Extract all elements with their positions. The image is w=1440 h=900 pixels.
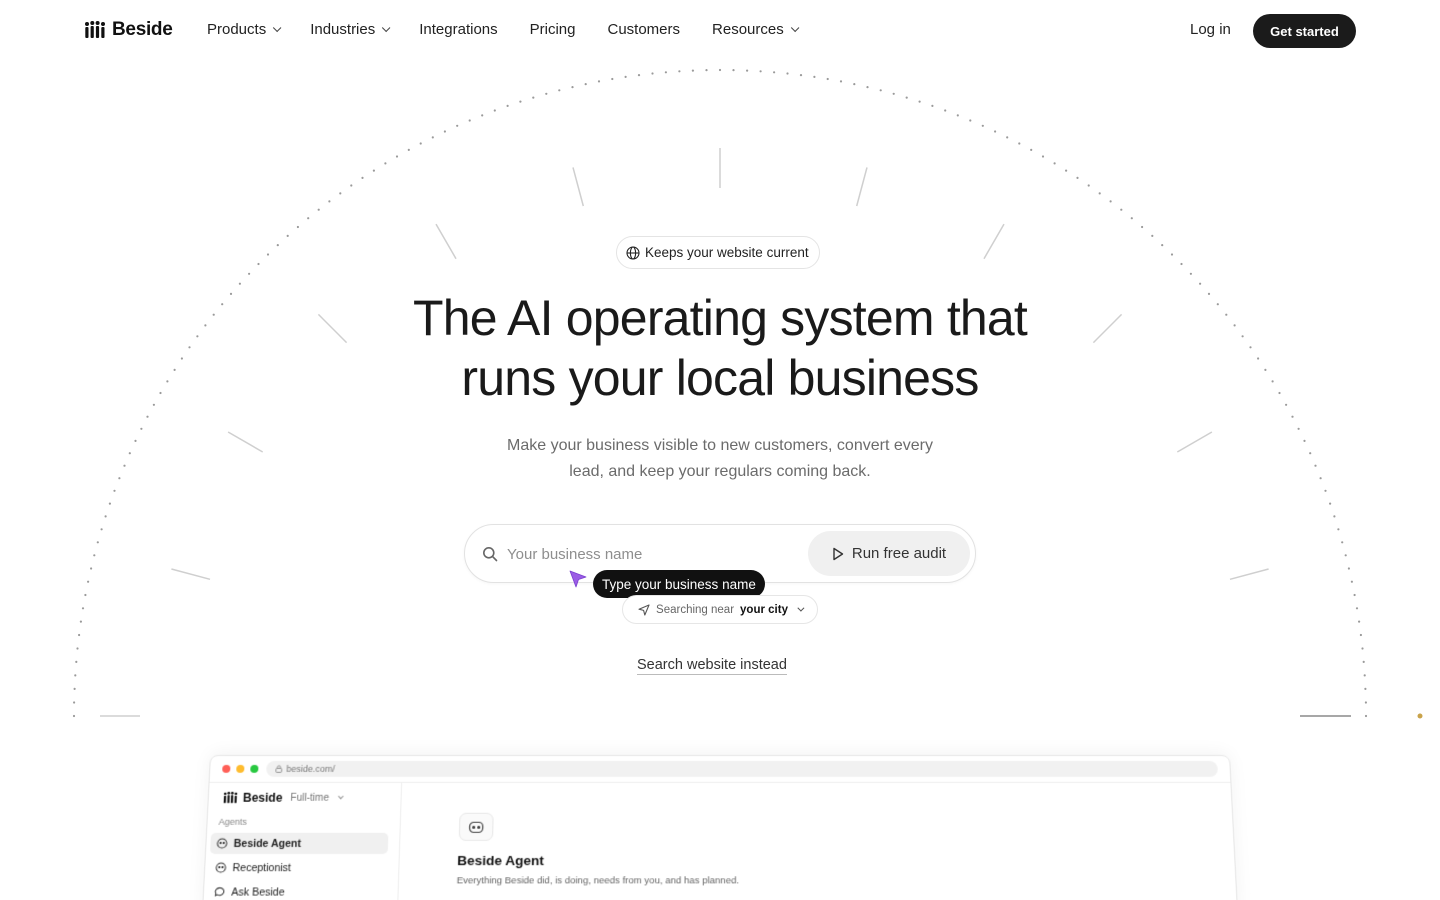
agent-avatar [458,812,494,841]
business-name-input[interactable] [507,541,797,567]
navigation-arrow-icon [638,603,650,616]
headline-line-1: The AI operating system that [412,290,1028,346]
nav-integrations[interactable]: Integrations [419,21,497,38]
nav-links: Products Industries Integrations Pricing… [207,21,800,38]
nav-pricing[interactable]: Pricing [530,21,576,38]
feature-badge: Keeps your website current [616,236,820,269]
bot-icon [216,838,228,849]
run-free-audit-button[interactable]: Run free audit [808,531,970,576]
search-icon [483,547,498,562]
nav-resources-label: Resources [712,21,784,38]
nav-products[interactable]: Products [207,21,282,38]
nav-customers-label: Customers [607,21,681,38]
lock-icon [275,765,282,773]
run-free-audit-label: Run free audit [851,545,947,562]
browser-url-text: beside.com/ [286,763,336,774]
pointer-cursor-icon [569,570,587,588]
headline-line-2: runs your local business [461,350,979,406]
browser-bar: beside.com/ [209,755,1231,783]
preview-item-label: Ask Beside [231,885,285,899]
preview-item-label: Receptionist [232,861,292,874]
preview-mode-selector: Full-time [290,792,330,804]
maximize-dot-icon [250,764,259,773]
globe-icon [626,245,640,260]
bot-icon [215,862,227,873]
login-link[interactable]: Log in [1190,21,1231,38]
preview-agent-title: Beside Agent [457,853,545,869]
app-preview-window: beside.com/ Beside Full-time Agents Besi… [201,755,1239,900]
brand-name: Beside [112,19,173,40]
hero-subtext: Make your business visible to new custom… [470,433,970,485]
nav-industries[interactable]: Industries [310,21,391,38]
location-city: your city [740,603,788,616]
preview-item-ask-beside: Ask Beside [208,881,387,900]
close-dot-icon [222,764,231,773]
chevron-down-icon [797,604,805,612]
nav-products-label: Products [207,21,267,38]
chevron-down-icon [273,23,282,32]
chat-icon [214,886,226,897]
preview-item-receptionist: Receptionist [209,857,388,878]
preview-brand: Beside Full-time [223,790,344,805]
subtext-line-1: Make your business visible to new custom… [507,437,933,454]
browser-url-bar: beside.com/ [266,760,1219,777]
preview-sidebar: Beside Full-time Agents Beside Agent Rec… [202,782,403,900]
subtext-line-2: lead, and keep your regulars coming back… [569,463,871,480]
nav-resources[interactable]: Resources [712,21,800,38]
search-website-link[interactable]: Search website instead [637,657,787,675]
location-prefix: Searching near [656,603,735,616]
hero-headline: The AI operating system that runs your l… [320,288,1120,408]
minimize-dot-icon [236,764,245,773]
feature-badge-text: Keeps your website current [645,245,809,260]
chevron-down-icon [790,23,800,32]
preview-item-label: Beside Agent [233,837,302,850]
top-nav: Beside Products Industries Integrations … [0,0,1440,62]
brand-logo[interactable]: Beside [84,19,173,41]
get-started-button[interactable]: Get started [1253,14,1356,48]
nav-pricing-label: Pricing [529,21,576,38]
nav-integrations-label: Integrations [419,21,498,38]
preview-item-beside-agent: Beside Agent [209,832,389,855]
preview-section-label: Agents [218,816,248,827]
chevron-down-icon [382,23,391,32]
play-icon [833,547,844,560]
bot-icon [468,820,484,834]
beside-logo-icon [223,791,238,804]
location-selector[interactable]: Searching near your city [622,595,818,624]
preview-agent-description: Everything Beside did, is doing, needs f… [456,875,740,887]
input-tooltip: Type your business name [593,570,765,598]
beside-logo-icon [85,21,105,38]
preview-brand-name: Beside [242,790,283,805]
chevron-down-icon [337,793,344,800]
nav-customers[interactable]: Customers [608,21,681,38]
nav-industries-label: Industries [310,21,376,38]
